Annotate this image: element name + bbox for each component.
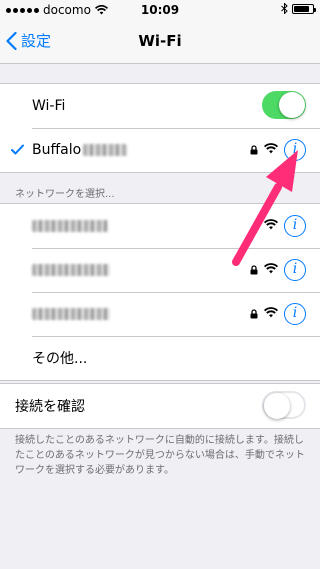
redacted-network-name [32,308,110,320]
navigation-bar: 設定 Wi-Fi [0,20,320,64]
other-network-row[interactable]: その他... [0,336,320,380]
wifi-toggle-label: Wi-Fi [32,98,66,114]
ask-to-join-row: 接続を確認 [0,384,320,428]
ask-to-join-group: 接続を確認 [0,383,320,429]
wifi-signal-icon [264,307,278,318]
network-row[interactable]: i [0,204,320,248]
ask-to-join-description: 接続したことのあるネットワークに自動的に接続します。接続したことのあるネットワー… [15,435,305,476]
connected-network-row[interactable]: Buffalo i [0,128,320,172]
network-row[interactable]: i [0,292,320,336]
info-button[interactable]: i [284,215,306,237]
redacted-ssid [83,144,128,156]
network-list: i i i その他... [0,203,320,381]
status-time: 10:09 [140,3,180,17]
networks-section-header: ネットワークを選択... [15,189,115,200]
lock-icon [250,309,258,319]
info-button[interactable]: i [284,259,306,281]
lock-icon [250,265,258,275]
network-row[interactable]: i [0,248,320,292]
wifi-signal-icon [264,143,278,154]
info-button[interactable]: i [284,303,306,325]
wifi-toggle-row: Wi-Fi [0,84,320,128]
redacted-network-name [32,220,108,232]
redacted-network-name [32,264,110,276]
info-button[interactable]: i [284,139,306,161]
wifi-signal-icon [264,219,278,230]
wifi-toggle-switch[interactable] [262,91,306,119]
status-right [281,3,316,14]
wifi-signal-icon [264,263,278,274]
connected-network-name: Buffalo [32,142,82,158]
lock-icon [250,145,258,155]
page-title: Wi-Fi [138,32,182,50]
other-network-label: その他... [32,351,88,367]
wifi-group: Wi-Fi Buffalo i [0,83,320,173]
bluetooth-icon [281,3,288,14]
ask-to-join-label: 接続を確認 [15,399,85,415]
battery-icon [292,3,316,14]
status-bar: docomo 10:09 [0,0,320,20]
ask-to-join-switch[interactable] [262,391,306,419]
checkmark-icon [11,144,24,155]
